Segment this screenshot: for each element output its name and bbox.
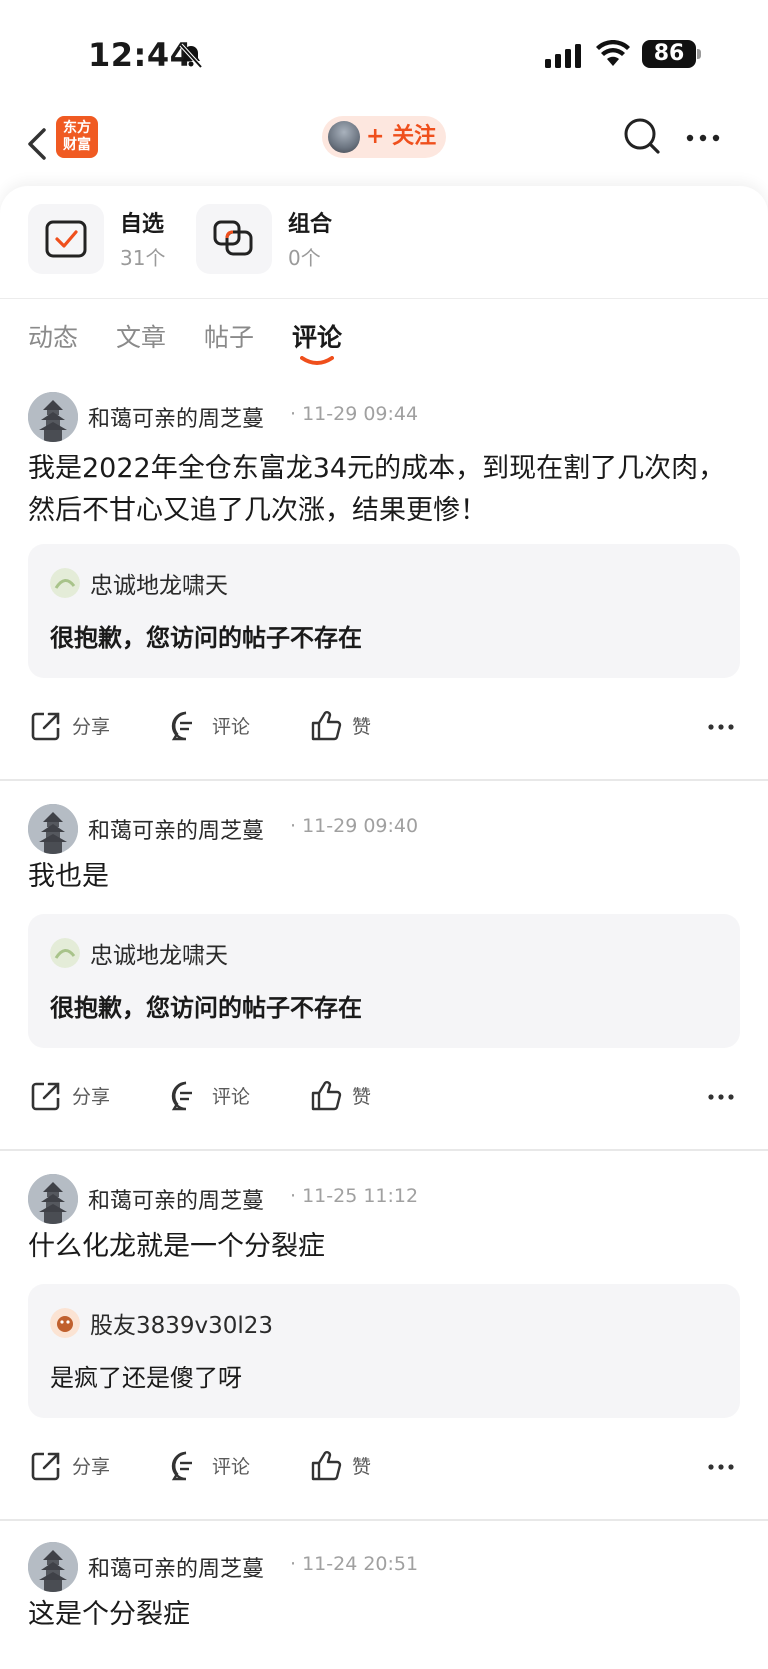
search-icon[interactable] [622, 116, 662, 156]
active-tab-indicator [300, 356, 334, 365]
author-name[interactable]: 和蔼可亲的周芝蔓 [88, 813, 264, 845]
follow-label: + 关注 [366, 124, 437, 149]
card-count: 31个 [120, 246, 166, 270]
like-label: 赞 [352, 716, 372, 738]
comment-text[interactable]: 我是2022年全仓东富龙34元的成本，到现在割了几次肉，然后不甘心又追了几次涨，… [28, 448, 740, 532]
more-icon[interactable] [708, 1464, 734, 1470]
avatar[interactable] [28, 1174, 78, 1224]
post-time: · 11-24 20:51 [290, 1553, 419, 1575]
post-time: · 11-25 11:12 [290, 1185, 419, 1207]
more-icon[interactable] [708, 724, 734, 730]
card-count: 0个 [288, 246, 321, 270]
quoted-post[interactable]: 忠诚地龙啸天 很抱歉，您访问的帖子不存在 [28, 914, 740, 1048]
card-title: 自选 [120, 212, 165, 237]
tab-comments[interactable]: 评论 [292, 318, 342, 354]
avatar [328, 121, 360, 153]
quoted-text: 很抱歉，您访问的帖子不存在 [50, 624, 362, 652]
follow-button[interactable]: + 关注 [322, 116, 446, 158]
avatar [50, 1308, 80, 1338]
share-label: 分享 [72, 716, 111, 738]
battery-tip [697, 49, 701, 59]
share-label: 分享 [72, 1086, 111, 1108]
quoted-text: 很抱歉，您访问的帖子不存在 [50, 994, 362, 1022]
like-label: 赞 [352, 1086, 372, 1108]
avatar[interactable] [28, 392, 78, 442]
author-name[interactable]: 和蔼可亲的周芝蔓 [88, 1183, 264, 1215]
card-title: 组合 [288, 212, 333, 237]
author-name[interactable]: 和蔼可亲的周芝蔓 [88, 401, 264, 433]
app-logo[interactable]: 东方 财富 [56, 116, 98, 158]
post-time: · 11-29 09:40 [290, 815, 419, 837]
comment-text[interactable]: 这是个分裂症 [28, 1594, 740, 1636]
author-name[interactable]: 和蔼可亲的周芝蔓 [88, 1551, 264, 1583]
back-chevron-icon[interactable] [24, 124, 54, 164]
quoted-author: 忠诚地龙啸天 [90, 943, 228, 969]
comment-text[interactable]: 什么化龙就是一个分裂症 [28, 1226, 740, 1268]
pagoda-icon [28, 392, 78, 442]
profile-sheet: 自选 31个 组合 0个 动态 文章 帖子 评论 和蔼可亲的周芝蔓 · 11-2… [0, 186, 768, 1669]
share-label: 分享 [72, 1456, 111, 1478]
comment-text[interactable]: 我也是 [28, 856, 740, 898]
avatar[interactable] [28, 804, 78, 854]
quoted-text: 是疯了还是傻了呀 [50, 1364, 242, 1392]
comment-label: 评论 [212, 1086, 251, 1108]
action-bar: 分享 评论 赞 [0, 706, 768, 746]
avatar [50, 568, 80, 598]
bell-slash-icon [179, 43, 203, 69]
tab-posts[interactable]: 帖子 [204, 318, 254, 354]
card-icon-bg [28, 204, 104, 274]
more-icon[interactable] [686, 134, 720, 142]
cellular-signal-icon [545, 44, 581, 68]
divider [0, 1519, 768, 1521]
status-bar: 12:44 86 [0, 0, 768, 110]
battery-icon: 86 [642, 40, 696, 68]
checkbox-icon [45, 220, 87, 258]
quoted-post[interactable]: 忠诚地龙啸天 很抱歉，您访问的帖子不存在 [28, 544, 740, 678]
comment-icon [171, 1451, 192, 1481]
share-icon [31, 1082, 60, 1111]
comment-icon [171, 1081, 192, 1111]
more-icon[interactable] [708, 1094, 734, 1100]
pagoda-icon [28, 1542, 78, 1592]
share-icon [31, 712, 60, 741]
thumbs-up-icon [311, 1081, 342, 1111]
avatar[interactable] [28, 1542, 78, 1592]
tab-articles[interactable]: 文章 [116, 318, 166, 354]
divider [0, 1149, 768, 1151]
avatar [50, 938, 80, 968]
share-icon [31, 1452, 60, 1481]
logo-line2: 财富 [63, 137, 91, 153]
like-label: 赞 [352, 1456, 372, 1478]
logo-line1: 东方 [63, 120, 91, 136]
post-time: · 11-29 09:44 [290, 403, 419, 425]
quoted-post[interactable]: 股友3839v30l23 是疯了还是傻了呀 [28, 1284, 740, 1418]
quoted-author: 忠诚地龙啸天 [90, 573, 228, 599]
thumbs-up-icon [311, 1451, 342, 1481]
comment-label: 评论 [212, 1456, 251, 1478]
portfolio-icon [213, 220, 253, 256]
quoted-author: 股友3839v30l23 [90, 1313, 274, 1339]
divider [0, 298, 768, 299]
divider [0, 779, 768, 781]
comment-label: 评论 [212, 716, 251, 738]
wifi-icon [596, 40, 630, 66]
pagoda-icon [28, 1174, 78, 1224]
nav-bar: 东方 财富 + 关注 [0, 110, 768, 190]
card-icon-bg [196, 204, 272, 274]
action-bar: 分享 评论 赞 [0, 1076, 768, 1116]
action-bar: 分享 评论 赞 [0, 1446, 768, 1486]
thumbs-up-icon [311, 711, 342, 741]
pagoda-icon [28, 804, 78, 854]
comment-icon [171, 711, 192, 741]
tab-activity[interactable]: 动态 [28, 318, 78, 354]
